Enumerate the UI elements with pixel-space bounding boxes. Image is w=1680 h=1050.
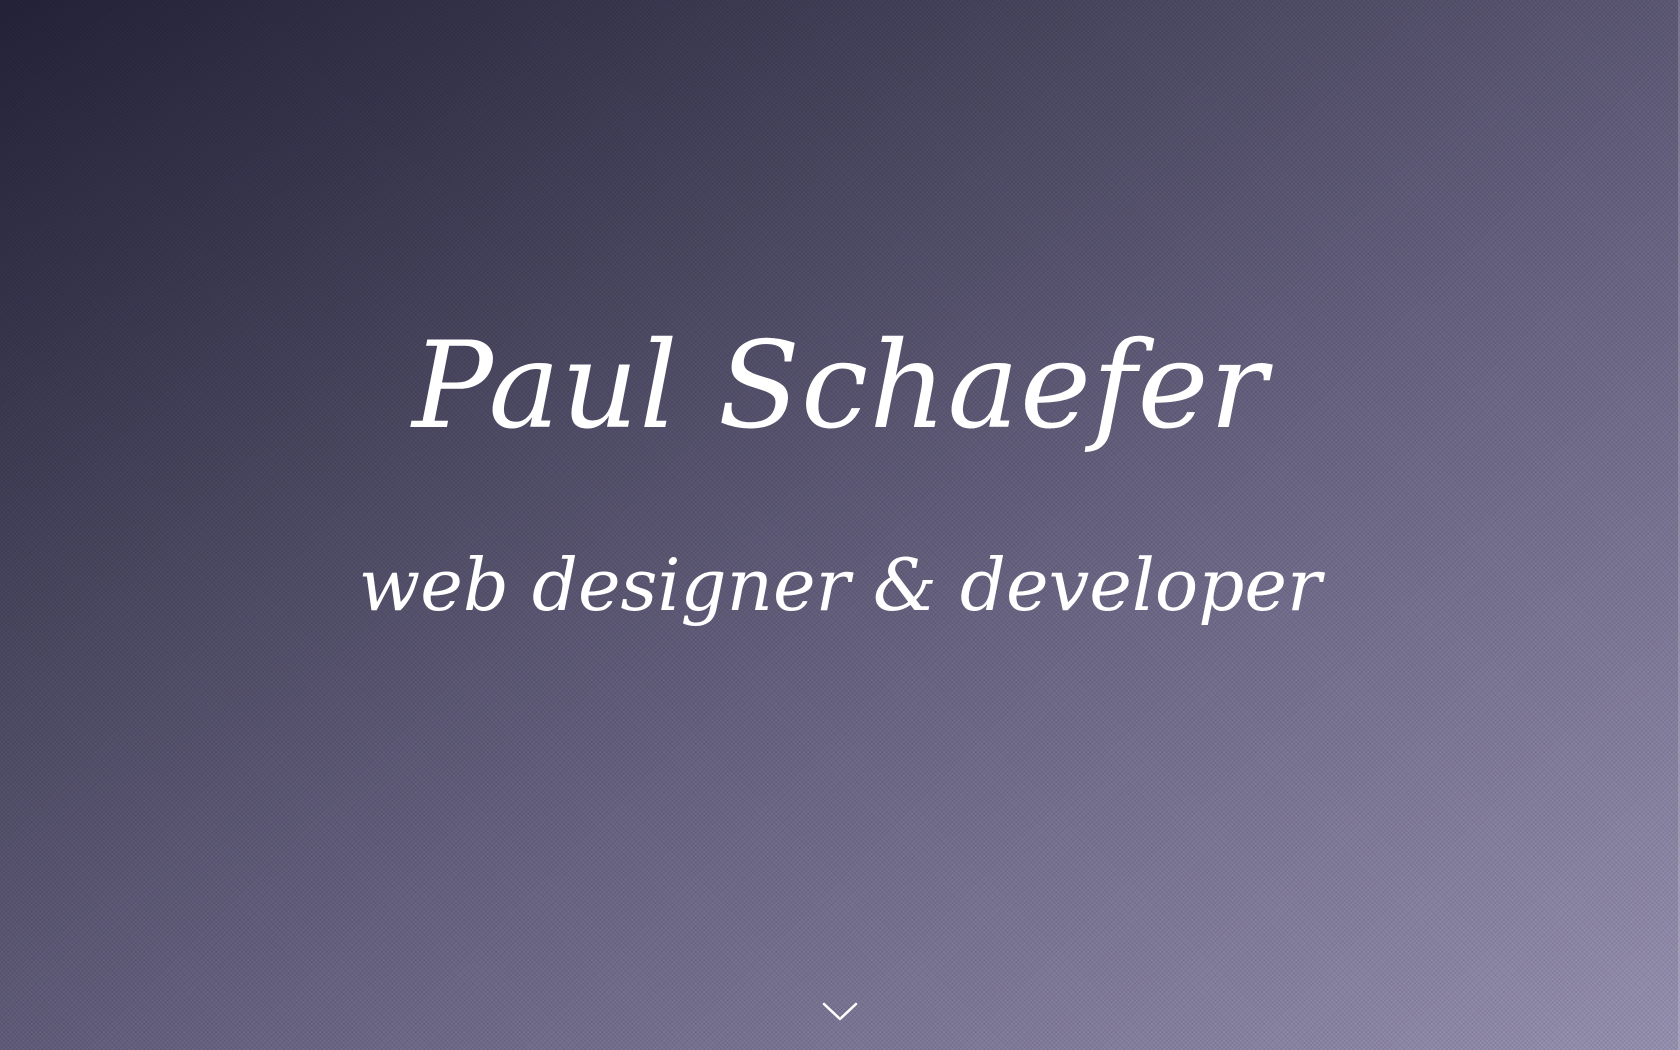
- hero-section: Paul Schaefer web designer & developer: [0, 0, 1680, 1050]
- chevron-down-icon: [822, 1002, 858, 1021]
- scroll-down-button[interactable]: [822, 1000, 858, 1026]
- hero-subtitle: web designer & developer: [358, 543, 1322, 627]
- hero-title: Paul Schaefer: [412, 317, 1268, 456]
- background-texture: [0, 0, 1680, 1050]
